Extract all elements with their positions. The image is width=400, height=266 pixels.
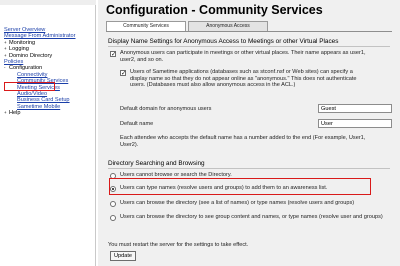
main-panel: Configuration - Community Services Commu… (98, 0, 400, 266)
sidebar-item-label: Server Overview (4, 27, 46, 33)
tab-divider (106, 31, 392, 32)
restart-note: You must restart the server for the sett… (108, 242, 249, 248)
anonymous-participate-checkbox[interactable] (110, 50, 116, 58)
display-name-label: Users of Sametime applications (database… (130, 69, 396, 89)
community-services-highlight (4, 82, 55, 91)
display-name-checkbox[interactable] (120, 69, 126, 77)
option-text-line: display name so that they do not appear … (130, 75, 357, 82)
sidebar-item-label: Monitoring (9, 39, 36, 46)
sidebar-item-label: Message From Administrator (4, 33, 76, 40)
tab-anonymous-access[interactable]: Anonymous Access (188, 21, 268, 31)
directory-option-browse-groups-radio[interactable] (110, 215, 116, 221)
sidebar-item-label: Configuration (9, 65, 43, 72)
page-title: Configuration - Community Services (106, 3, 323, 17)
sidebar-item-label: Policies (4, 58, 24, 65)
anonymous-participate-label: Anonymous users can participate in meeti… (120, 50, 392, 63)
default-name-note: Each attendee who accepts the default na… (120, 135, 394, 148)
sidebar-top-strip (0, 0, 96, 5)
sidebar-item-label: Connectivity (17, 71, 48, 78)
directory-section-title: Directory Searching and Browsing (108, 160, 205, 167)
default-name-label: Default name (120, 121, 154, 127)
selected-option-highlight (109, 178, 371, 195)
option-text-line: Anonymous users can participate in meeti… (120, 50, 366, 56)
default-domain-label: Default domain for anonymous users (120, 106, 212, 112)
directory-option-browse-list-label: Users can browse the directory (see a li… (120, 200, 355, 206)
directory-option-browse-groups-label: Users can browse the directory to see gr… (120, 214, 383, 220)
sidebar-item-label: Domino Directory (9, 52, 53, 59)
navigation-tree: Server Overview Message From Administrato… (4, 27, 96, 116)
sidebar-item-label: Help (9, 110, 21, 117)
note-text-line: Each attendee who accepts the default na… (120, 135, 366, 141)
sidebar-item-label: Business Card Setup (17, 97, 70, 104)
sidebar-item-help[interactable]: + Help (4, 110, 96, 116)
section-divider (108, 168, 390, 169)
section-divider (108, 46, 390, 47)
navigation-sidebar: Server Overview Message From Administrato… (0, 0, 96, 266)
directory-option-browse-list-radio[interactable] (110, 201, 116, 207)
sidebar-item-label: Sametime Mobile (17, 103, 61, 110)
tab-community-services[interactable]: Community Services (106, 21, 186, 31)
default-domain-field[interactable] (318, 104, 392, 113)
sidebar-item-label: Audio/Video (17, 90, 48, 97)
option-text-line: users. (Databases must also allow anonym… (130, 82, 296, 89)
display-name-section-title: Display Name Settings for Anonymous Acce… (108, 38, 339, 45)
option-text-line: user2, and so on. (120, 56, 164, 63)
note-text-line: User2). (120, 141, 139, 148)
option-text-line: Users of Sametime applications (database… (130, 69, 353, 75)
update-button[interactable]: Update (110, 251, 136, 261)
sidebar-item-label: Logging (9, 46, 29, 53)
tab-bar: Community Services Anonymous Access (106, 21, 268, 31)
default-name-field[interactable] (318, 119, 392, 128)
